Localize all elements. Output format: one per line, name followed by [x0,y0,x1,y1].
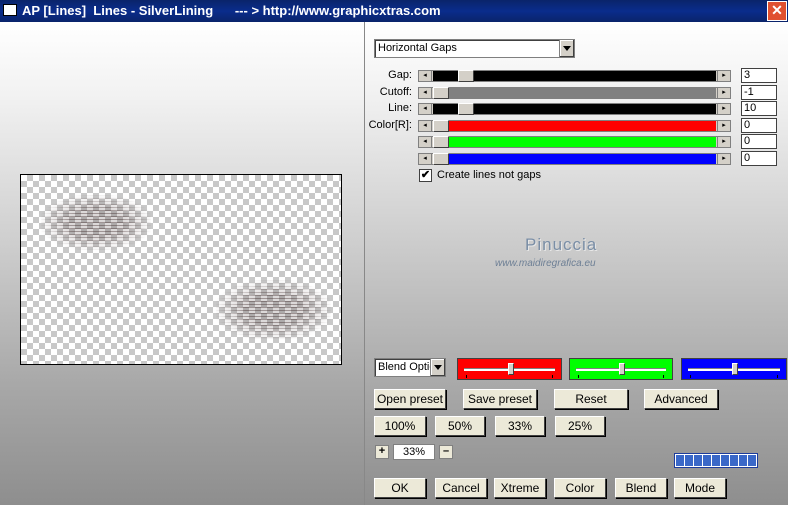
slider-ticks [466,375,553,378]
arrow-left-icon[interactable]: ◂ [419,71,432,81]
arrow-left-icon[interactable]: ◂ [419,121,432,131]
watermark-title: Pinuccia [525,235,598,254]
progress-segment [730,455,738,466]
color-r-slider-thumb[interactable] [433,120,449,132]
blend-options-value: Blend Optio [378,361,436,373]
gap-value-field[interactable]: 3 [741,68,777,83]
arrow-left-icon[interactable]: ◂ [419,137,432,147]
line-slider-track[interactable] [433,104,716,114]
arrow-left-icon[interactable]: ◂ [419,104,432,114]
preview-canvas [20,174,342,365]
color-g-value-field[interactable]: 0 [741,134,777,149]
chevron-down-icon[interactable] [430,359,445,376]
preview-pane [0,22,364,505]
line-slider-thumb[interactable] [458,103,474,115]
color-r-value-field[interactable]: 0 [741,118,777,133]
progress-segment [694,455,702,466]
color-g-slider-track[interactable] [433,137,716,147]
cutoff-label: Cutoff: [379,86,412,98]
gap-slider[interactable]: ◂ ▸ [418,70,731,82]
mode-dropdown-value: Horizontal Gaps [378,42,457,54]
zoom-out-button[interactable]: – [439,445,453,459]
gap-slider-track[interactable] [433,71,716,81]
progress-segment [712,455,720,466]
arrow-right-icon[interactable]: ▸ [717,104,730,114]
control-pane: Horizontal Gaps Gap: ◂ ▸ 3 Cutoff: ◂ ▸ -1 Line: ◂… [364,22,788,505]
mode-button[interactable]: Mode [674,478,726,498]
zoom-25-button[interactable]: 25% [555,416,605,436]
arrow-left-icon[interactable]: ◂ [419,88,432,98]
close-button[interactable]: ✕ [767,1,787,21]
advanced-button[interactable]: Advanced [644,389,718,409]
red-blend-slider[interactable] [457,358,562,380]
slider-knob[interactable] [619,363,625,375]
title-bar: AP [Lines] Lines - SilverLining --- > ht… [0,0,788,22]
progress-segment [739,455,747,466]
save-preset-button[interactable]: Save preset [463,389,537,409]
color-r-slider[interactable]: ◂ ▸ [418,120,731,132]
cancel-button[interactable]: Cancel [435,478,487,498]
progress-segment [703,455,711,466]
color-r-label: Color[R]: [368,119,412,131]
app-icon [3,4,17,16]
progress-segment [676,455,684,466]
line-slider[interactable]: ◂ ▸ [418,103,731,115]
xtreme-button[interactable]: Xtreme [494,478,546,498]
zoom-33-button[interactable]: 33% [495,416,545,436]
color-b-value-field[interactable]: 0 [741,151,777,166]
color-b-slider-thumb[interactable] [433,153,449,165]
arrow-right-icon[interactable]: ▸ [717,154,730,164]
color-button[interactable]: Color [554,478,606,498]
gap-label: Gap: [388,69,412,81]
reset-button[interactable]: Reset [554,389,628,409]
line-label: Line: [388,102,412,114]
watermark-subtitle: www.maidiregrafica.eu [495,258,596,269]
arrow-left-icon[interactable]: ◂ [419,154,432,164]
slider-ticks [690,375,778,378]
create-lines-label: Create lines not gaps [437,169,541,181]
color-g-slider-thumb[interactable] [433,136,449,148]
zoom-50-button[interactable]: 50% [435,416,485,436]
preview-lines-blob [41,195,151,250]
window-title: AP [Lines] Lines - SilverLining --- > ht… [22,3,441,18]
green-blend-slider[interactable] [569,358,673,380]
mode-dropdown[interactable]: Horizontal Gaps [374,39,575,58]
open-preset-button[interactable]: Open preset [374,389,446,409]
color-r-slider-track[interactable] [433,121,716,131]
blue-blend-slider[interactable] [681,358,787,380]
progress-segment [685,455,693,466]
progress-segment [721,455,729,466]
slider-ticks [578,375,664,378]
zoom-level-field[interactable]: 33% [393,444,435,460]
progress-indicator [674,453,758,468]
progress-segment [748,455,756,466]
chevron-down-icon[interactable] [559,40,574,57]
create-lines-checkbox[interactable]: ✔ [419,169,432,182]
zoom-100-button[interactable]: 100% [374,416,426,436]
preview-lines-blob [216,280,331,340]
slider-knob[interactable] [732,363,738,375]
arrow-right-icon[interactable]: ▸ [717,88,730,98]
arrow-right-icon[interactable]: ▸ [717,121,730,131]
gap-slider-thumb[interactable] [458,70,474,82]
arrow-right-icon[interactable]: ▸ [717,71,730,81]
color-b-slider-track[interactable] [433,154,716,164]
arrow-right-icon[interactable]: ▸ [717,137,730,147]
blend-button[interactable]: Blend [615,478,667,498]
cutoff-slider[interactable]: ◂ ▸ [418,87,731,99]
ok-button[interactable]: OK [374,478,426,498]
cutoff-slider-thumb[interactable] [433,87,449,99]
slider-knob[interactable] [508,363,514,375]
cutoff-slider-track[interactable] [433,88,716,98]
color-g-slider[interactable]: ◂ ▸ [418,136,731,148]
cutoff-value-field[interactable]: -1 [741,85,777,100]
blend-options-dropdown[interactable]: Blend Optio [374,358,446,377]
line-value-field[interactable]: 10 [741,101,777,116]
color-b-slider[interactable]: ◂ ▸ [418,153,731,165]
zoom-in-button[interactable]: + [375,445,389,459]
